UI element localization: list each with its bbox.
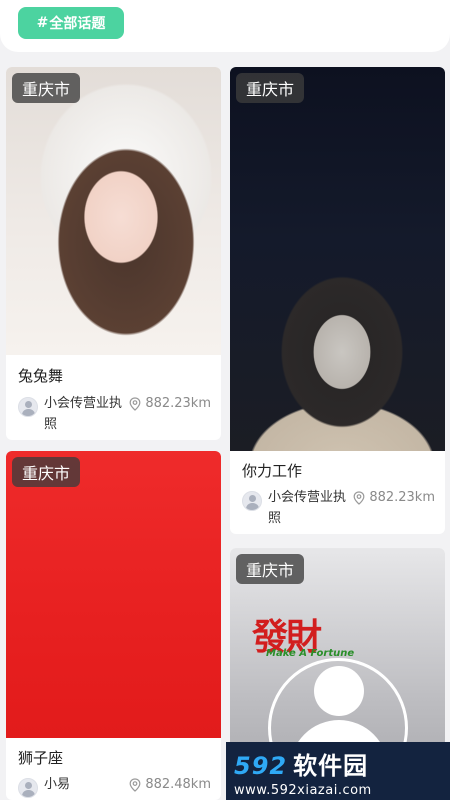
location-pin-icon — [129, 396, 141, 411]
user-avatar-icon[interactable] — [18, 397, 38, 417]
distance-info: 882.23km — [129, 396, 211, 411]
distance-info: 882.48km — [129, 777, 211, 792]
top-bar: # 全部话题 — [0, 0, 450, 52]
location-pin-icon — [129, 777, 141, 792]
author-name[interactable]: 小会传营业执照 — [268, 487, 353, 529]
user-avatar-icon[interactable] — [242, 491, 262, 511]
post-photo[interactable] — [6, 67, 221, 355]
all-topics-label: 全部话题 — [49, 16, 106, 32]
author-row: 小易 882.48km — [18, 774, 211, 798]
author-name[interactable]: 小会传营业执照 — [44, 393, 129, 435]
post-card[interactable]: 重庆市 兔兔舞 小会传营业执照 882.23km — [6, 67, 221, 440]
distance-value: 882.23km — [145, 396, 211, 411]
city-badge: 重庆市 — [236, 554, 305, 584]
user-avatar-icon[interactable] — [18, 778, 38, 798]
distance-value: 882.48km — [145, 777, 211, 792]
default-avatar-head — [314, 666, 364, 716]
post-photo[interactable] — [230, 67, 445, 451]
watermark-number: 592 — [234, 752, 288, 780]
watermark-name: 软件园 — [293, 752, 369, 780]
hash-icon: # — [36, 15, 49, 31]
all-topics-button[interactable]: # 全部话题 — [18, 7, 124, 39]
distance-value: 882.23km — [369, 490, 435, 505]
post-card[interactable]: 重庆市 狮子座 小易 882.48km — [6, 451, 221, 800]
author-row: 小会传营业执照 882.23km — [18, 393, 211, 435]
site-watermark: 592 软件园 www.592xiazai.com — [226, 742, 450, 800]
watermark-url: www.592xiazai.com — [234, 783, 372, 798]
post-title: 狮子座 — [18, 749, 64, 767]
author-row: 小会传营业执照 882.23km — [242, 487, 435, 529]
author-name[interactable]: 小易 — [44, 774, 129, 795]
post-title: 你力工作 — [242, 462, 303, 480]
post-card[interactable]: 重庆市 你力工作 小会传营业执照 882.23km — [230, 67, 445, 534]
city-badge: 重庆市 — [12, 73, 81, 103]
post-title: 兔兔舞 — [18, 367, 64, 385]
city-badge: 重庆市 — [12, 457, 81, 487]
distance-info: 882.23km — [353, 490, 435, 505]
location-pin-icon — [353, 490, 365, 505]
city-badge: 重庆市 — [236, 73, 305, 103]
post-photo[interactable] — [6, 451, 221, 738]
fortune-subtitle: Make A Fortune — [266, 648, 355, 659]
